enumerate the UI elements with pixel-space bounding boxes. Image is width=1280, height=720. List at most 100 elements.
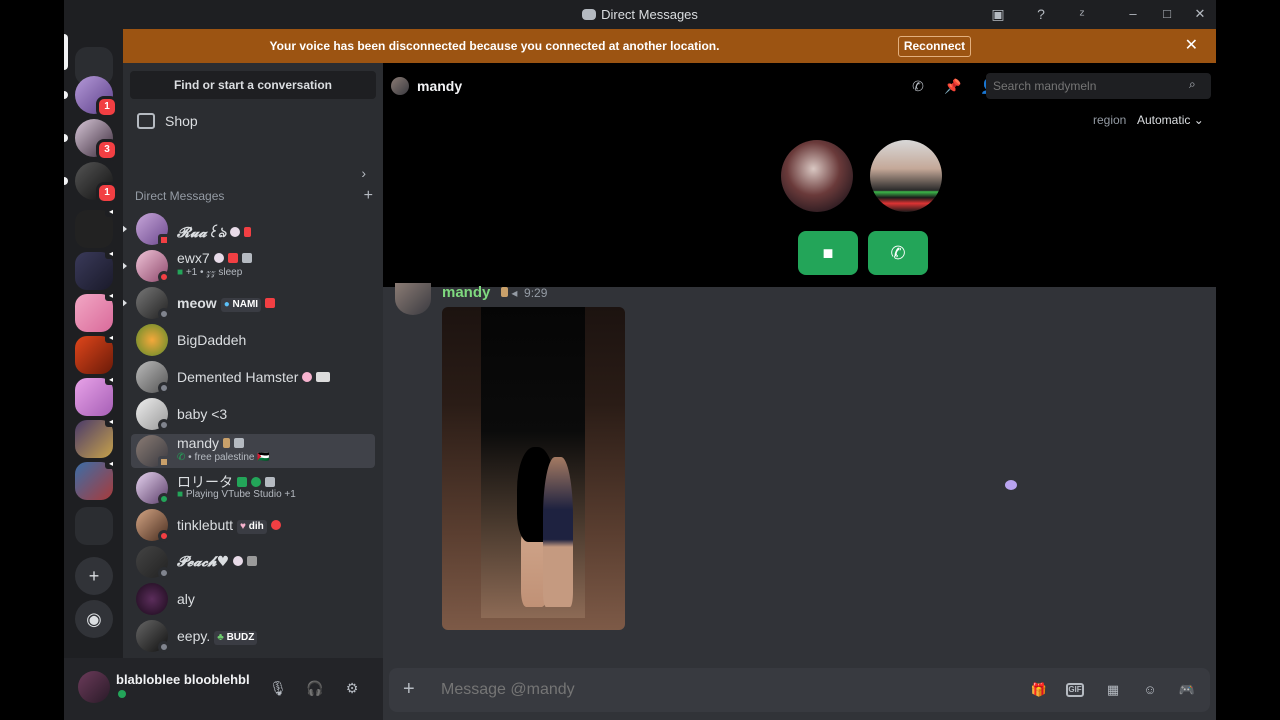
offline-status-icon <box>158 382 170 394</box>
user-avatar[interactable] <box>78 671 110 703</box>
blocked-icon <box>270 520 281 530</box>
server-folder[interactable] <box>75 507 113 545</box>
dm-item[interactable]: ロリータ ■ Playing VTube Studio +1 <box>131 471 375 505</box>
inbox-icon[interactable]: ▣ <box>988 5 1008 23</box>
shop-link[interactable]: Shop <box>133 113 373 135</box>
message-input[interactable] <box>441 668 1001 712</box>
leaf-icon: ♣ <box>217 632 224 643</box>
server-icon-5[interactable]: ◂ <box>75 375 117 416</box>
dm-item[interactable]: meow ● NAMI <box>123 286 375 320</box>
gif-picker-icon[interactable]: GIF <box>1066 683 1084 697</box>
water-drop-icon: ● <box>223 299 230 310</box>
reconnect-button[interactable]: Reconnect <box>898 36 971 57</box>
avatar <box>136 324 168 356</box>
gift-icon[interactable]: 🎁 <box>1029 680 1049 700</box>
dnd-status-icon <box>158 530 170 542</box>
microphone-icon[interactable]: 🎙 <box>268 678 288 698</box>
activity-icon <box>251 477 261 487</box>
dm-item[interactable]: eepy. ♣ BUDZ <box>131 619 375 653</box>
maximize-button[interactable]: □ <box>1158 6 1176 22</box>
activity-status-icon <box>118 690 126 698</box>
dm-name: BigDaddeh <box>177 332 247 348</box>
dm-name: Demented Hamster <box>177 369 299 385</box>
speaker-icon: ◂ <box>511 286 518 300</box>
image-attachment[interactable] <box>442 307 625 630</box>
heart-badge-icon <box>302 372 313 382</box>
emoji-icon[interactable]: ☺ <box>1140 680 1160 700</box>
unread-arrow <box>123 262 127 270</box>
server-dm-avatar-3[interactable]: 1 <box>75 162 118 204</box>
emote-badge-icon <box>247 556 258 566</box>
dm-item[interactable]: baby <3 <box>131 397 375 431</box>
speaker-icon: ◂ <box>105 207 117 217</box>
region-select[interactable]: Automatic ⌄ <box>1137 113 1204 127</box>
unread-badge: 1 <box>96 96 118 118</box>
voice-call-icon: ✆ <box>177 452 186 463</box>
sleep-status-icon[interactable]: ᶻ <box>1072 5 1092 23</box>
message: mandy ◂ 9:29 <box>383 283 1216 657</box>
mobile-icon <box>244 227 252 237</box>
dm-name: 𝓡𝓾𝓪꒰ঌ <box>177 225 227 241</box>
dm-item[interactable]: ewx7 ■ +1 • 𝓏𝓏 sleep <box>123 249 375 283</box>
headphones-icon[interactable]: 🎧 <box>305 678 325 698</box>
upload-plus-icon[interactable]: + <box>403 678 415 700</box>
unread-pip <box>64 177 68 185</box>
call-participant-avatar-1[interactable] <box>781 140 853 212</box>
discover-compass-icon[interactable]: ◉ <box>75 600 113 638</box>
banner-close-icon[interactable]: ✕ <box>1185 36 1198 56</box>
chevron-down-icon: ⌄ <box>1193 113 1204 127</box>
start-voice-call-icon[interactable]: ✆ <box>908 76 928 96</box>
close-window-button[interactable]: ✕ <box>1191 6 1209 22</box>
dm-item[interactable]: aly <box>131 582 375 616</box>
search-input[interactable] <box>986 73 1211 99</box>
call-participant-avatar-2[interactable] <box>870 140 942 212</box>
server-icon-3[interactable]: ◂ <box>75 291 117 332</box>
heart-badge-icon <box>233 556 244 566</box>
server-icon-6[interactable]: ◂ <box>75 417 117 458</box>
create-dm-plus-icon[interactable]: + <box>364 187 373 205</box>
help-icon[interactable]: ? <box>1031 5 1051 23</box>
dm-name: ロリータ <box>177 474 233 490</box>
dm-item[interactable]: BigDaddeh <box>131 323 375 357</box>
title-bar: Direct Messages ▣ ? ᶻ – □ ✕ <box>64 0 1216 29</box>
message-author-avatar[interactable] <box>395 283 431 315</box>
server-dm-avatar-1[interactable]: 1 <box>75 76 118 118</box>
server-icon-4[interactable]: ◂ <box>75 333 117 374</box>
activities-controller-icon[interactable]: 🎮 <box>1177 680 1197 700</box>
offline-status-icon <box>158 308 170 320</box>
settings-gear-icon[interactable]: ⚙ <box>342 678 362 698</box>
photo-figure-right <box>543 457 573 607</box>
pinned-messages-icon[interactable]: 📌 <box>943 76 963 96</box>
sticker-icon[interactable]: ▦ <box>1103 680 1123 700</box>
video-camera-button[interactable]: ■ <box>798 231 858 275</box>
dm-name: eepy. <box>177 628 211 644</box>
dm-name: aly <box>177 591 195 607</box>
server-icon-2[interactable]: ◂ <box>75 249 117 290</box>
join-call-button[interactable]: ✆ <box>868 231 928 275</box>
find-conversation-button[interactable]: Find or start a conversation <box>130 71 376 99</box>
unread-pip <box>64 134 68 142</box>
dm-item[interactable]: tinklebutt ♥ dih <box>131 508 375 542</box>
clan-tag: ♣ BUDZ <box>214 631 258 645</box>
add-server-button[interactable]: + <box>75 557 113 595</box>
offline-status-icon <box>158 567 170 579</box>
message-composer: + 🎁 GIF ▦ ☺ 🎮 <box>389 668 1210 712</box>
dm-name: mandy <box>177 435 220 451</box>
server-dm-avatar-2[interactable]: 3 <box>75 119 118 161</box>
server-icon-1[interactable]: ◂ <box>75 207 117 248</box>
server-icon-7[interactable]: ◂ <box>75 459 117 500</box>
speaker-icon <box>241 253 252 263</box>
heart-badge-icon <box>230 227 241 237</box>
user-panel: blabloblee blooblehbl 🎙 🎧 ⚙ <box>64 658 383 720</box>
minimize-button[interactable]: – <box>1124 6 1142 22</box>
channel-name[interactable]: mandy <box>417 78 462 94</box>
dm-item-active[interactable]: mandy ✆ • free palestine 🇵🇸 <box>131 434 375 468</box>
dm-item[interactable]: 𝓡𝓾𝓪꒰ঌ <box>123 212 375 246</box>
dm-name: tinklebutt <box>177 517 234 533</box>
speaker-icon: ◂ <box>105 417 117 427</box>
dm-item[interactable]: Demented Hamster <box>131 360 375 394</box>
message-author[interactable]: mandy <box>442 284 490 301</box>
shop-icon <box>137 113 155 129</box>
dm-item[interactable]: 𝓟𝓮𝓪𝓬𝓱♥ <box>131 545 375 579</box>
username[interactable]: blabloblee blooblehbl <box>116 672 252 687</box>
